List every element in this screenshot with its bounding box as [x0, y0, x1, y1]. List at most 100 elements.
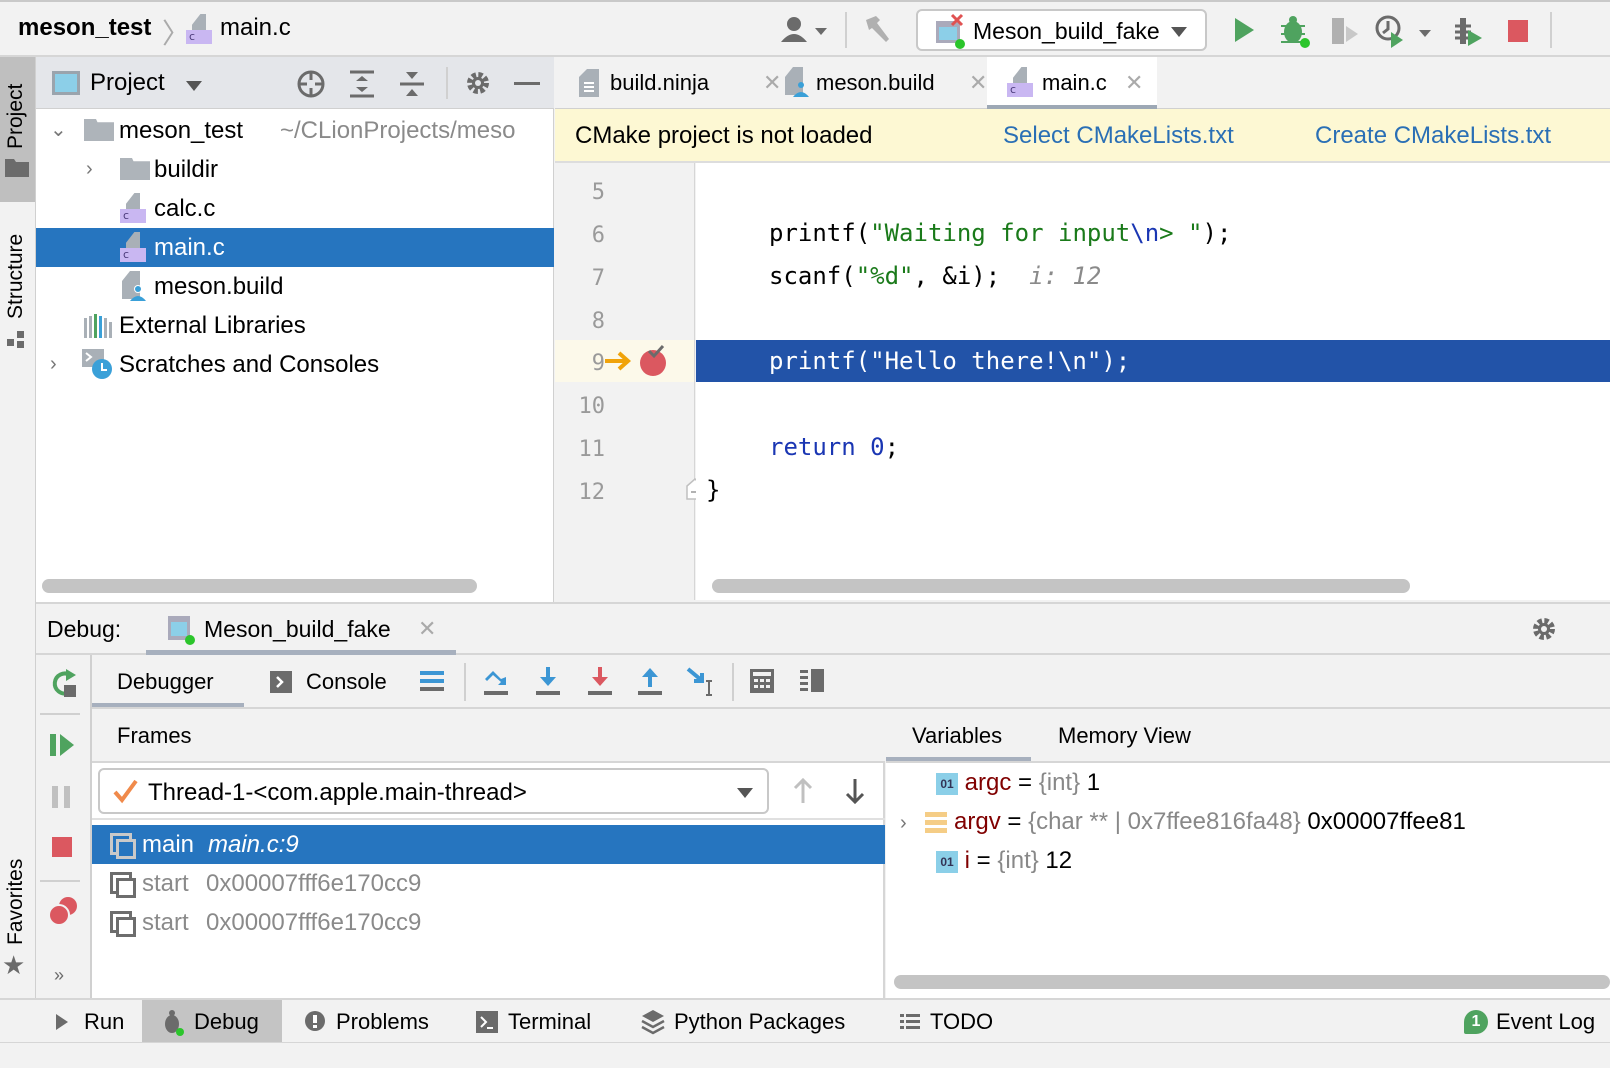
evaluate-expression-icon[interactable] [750, 667, 776, 695]
run-config-label: Meson_build_fake [973, 18, 1160, 44]
tool-window-favorites[interactable]: Favorites ★ [0, 837, 35, 987]
gear-icon[interactable] [464, 69, 492, 97]
step-over-icon[interactable] [482, 665, 512, 697]
chevron-right-icon[interactable]: › [900, 812, 907, 834]
chevron-down-icon[interactable] [186, 81, 202, 91]
variable-row[interactable]: › argv = {char ** | 0x7ffee816fa48} 0x00… [900, 802, 1466, 841]
project-view-title[interactable]: Project [90, 69, 165, 97]
tab-memory-view[interactable]: Memory View [1046, 709, 1216, 761]
folder-icon [120, 158, 150, 180]
tab-build-ninja[interactable]: build.ninja ✕ [575, 57, 781, 109]
step-into-icon[interactable] [534, 665, 564, 697]
create-cmakelists-link[interactable]: Create CMakeLists.txt [1315, 109, 1551, 163]
tree-item-main-c[interactable]: c main.c [36, 228, 554, 267]
close-icon[interactable]: ✕ [763, 57, 781, 109]
close-icon[interactable]: ✕ [969, 57, 987, 109]
tree-item-scratches[interactable]: › Scratches and Consoles [36, 345, 554, 384]
tool-debug[interactable]: Debug [142, 1000, 282, 1044]
left-tool-stripe: Project Structure Favorites ★ [0, 57, 36, 998]
tool-todo[interactable]: TODO [898, 1000, 1008, 1044]
frame-icon [110, 872, 136, 898]
layout-icon[interactable] [420, 669, 446, 695]
more-actions-icon[interactable]: » [54, 965, 64, 986]
coverage-icon[interactable] [1328, 14, 1362, 48]
debug-session-tab[interactable]: Meson_build_fake ✕ [146, 604, 456, 655]
run-icon[interactable] [1232, 16, 1256, 44]
tool-run[interactable]: Run [44, 1000, 140, 1044]
structure-icon [7, 331, 24, 348]
pause-icon[interactable] [50, 783, 78, 811]
force-step-into-icon[interactable] [586, 665, 616, 697]
code-editor[interactable]: printf("Waiting for input\n> "); scanf("… [696, 163, 1610, 600]
expand-all-icon[interactable] [348, 69, 376, 99]
tool-window-project[interactable]: Project [0, 57, 35, 202]
breadcrumb-file[interactable]: main.c [220, 14, 291, 42]
previous-frame-icon[interactable] [792, 777, 814, 805]
debug-icon[interactable] [1278, 12, 1312, 48]
step-out-icon[interactable] [636, 665, 666, 697]
trace-icon[interactable] [800, 667, 828, 695]
frame-icon [110, 833, 136, 859]
stop-icon[interactable] [50, 835, 78, 863]
line-number: 6 [591, 223, 605, 248]
c-file-icon: c [120, 232, 146, 262]
variable-row[interactable]: 01 i = {int} 12 [936, 841, 1072, 880]
breadcrumb-project[interactable]: meson_test [18, 14, 151, 42]
line-number: 7 [591, 266, 605, 291]
breakpoint-icon[interactable] [639, 345, 669, 377]
stop-icon[interactable] [1506, 18, 1530, 42]
run-to-cursor-icon[interactable] [686, 665, 720, 699]
run-configuration-select[interactable]: Meson_build_fake [916, 9, 1207, 51]
close-icon[interactable]: ✕ [1125, 57, 1143, 109]
packages-icon [641, 1010, 665, 1035]
hide-panel-icon[interactable] [514, 82, 540, 85]
next-frame-icon[interactable] [844, 777, 866, 805]
user-icon[interactable] [780, 16, 830, 44]
chevron-down-icon[interactable]: ⌄ [50, 111, 67, 150]
tree-item-external-libraries[interactable]: External Libraries [36, 306, 554, 345]
tool-event-log[interactable]: 1 Event Log [1462, 1000, 1610, 1044]
tool-python-packages[interactable]: Python Packages [640, 1000, 870, 1044]
gear-icon[interactable] [1530, 615, 1558, 643]
tree-item-buildir[interactable]: › buildir [36, 150, 554, 189]
tree-item-meson-build[interactable]: meson.build [36, 267, 554, 306]
close-icon[interactable]: ✕ [418, 616, 436, 642]
project-horizontal-scrollbar[interactable] [42, 579, 477, 593]
frame-row[interactable]: start 0x00007fff6e170cc9 [92, 864, 885, 903]
array-var-icon [925, 811, 948, 834]
code-line-9: printf("Hello there!\n"); [769, 347, 1131, 375]
tree-item-meson-test[interactable]: ⌄ meson_test ~/CLionProjects/meso [36, 111, 554, 150]
thread-select[interactable]: Thread-1-<com.apple.main-thread> [98, 768, 769, 814]
variable-row[interactable]: 01 argc = {int} 1 [936, 763, 1100, 802]
attach-icon[interactable] [1452, 14, 1486, 48]
path-hint: ~/CLionProjects/meso [280, 117, 516, 144]
editor-horizontal-scrollbar[interactable] [712, 579, 1410, 593]
chevron-right-icon[interactable]: › [86, 150, 93, 189]
frame-row[interactable]: main main.c:9 [92, 825, 885, 864]
tree-item-calc-c[interactable]: c calc.c [36, 189, 554, 228]
select-cmakelists-link[interactable]: Select CMakeLists.txt [1003, 109, 1234, 163]
tool-window-structure[interactable]: Structure [0, 207, 35, 352]
variables-horizontal-scrollbar[interactable] [894, 975, 1610, 989]
tab-console[interactable]: Console [270, 655, 400, 707]
chevron-right-icon[interactable]: › [50, 345, 57, 384]
tool-terminal[interactable]: Terminal [476, 1000, 616, 1044]
view-breakpoints-icon[interactable] [48, 895, 80, 927]
banner-message: CMake project is not loaded [575, 122, 873, 149]
tab-debugger[interactable]: Debugger [92, 655, 244, 707]
hammer-icon[interactable] [862, 14, 894, 46]
tab-variables[interactable]: Variables [886, 709, 1031, 761]
line-number: 9 [591, 351, 605, 376]
project-panel-header: Project [36, 57, 554, 109]
profile-icon[interactable] [1374, 14, 1436, 48]
rerun-icon[interactable] [48, 667, 80, 699]
locate-icon[interactable] [296, 69, 326, 99]
tool-problems[interactable]: Problems [300, 1000, 450, 1044]
meson-file-icon [122, 271, 146, 301]
chevron-down-icon [737, 788, 753, 798]
frame-row[interactable]: start 0x00007fff6e170cc9 [92, 903, 885, 942]
tab-main-c[interactable]: c main.c ✕ [987, 57, 1157, 109]
tab-meson-build[interactable]: meson.build ✕ [781, 57, 987, 109]
resume-icon[interactable] [50, 731, 78, 759]
collapse-all-icon[interactable] [398, 69, 426, 99]
